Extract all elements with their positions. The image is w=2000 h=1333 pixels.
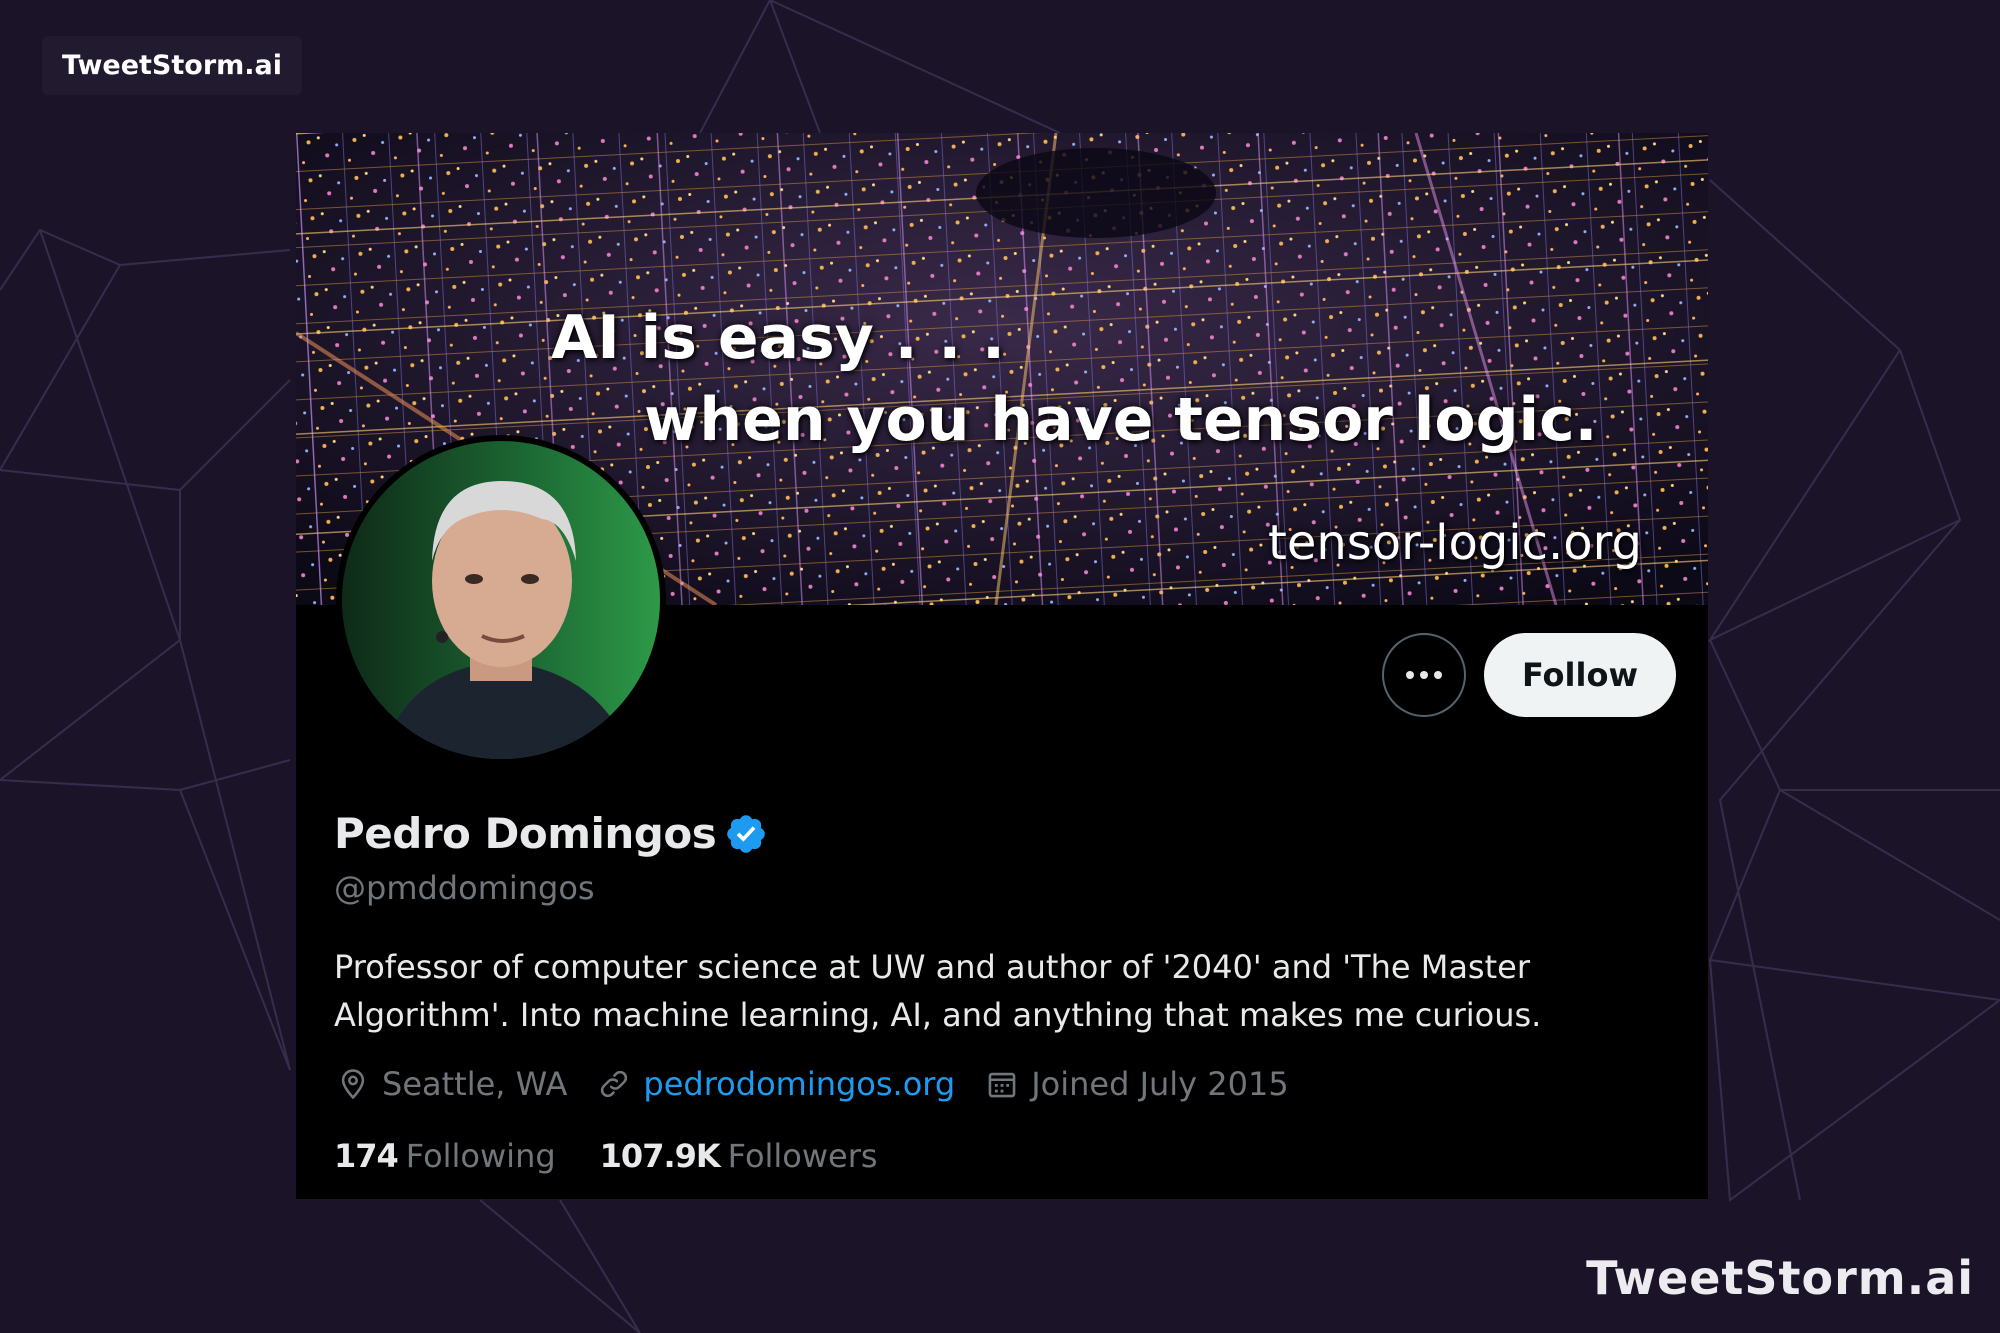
verified-badge-icon[interactable]	[724, 812, 768, 856]
location-pin-icon	[341, 1069, 365, 1100]
more-options-button[interactable]	[1382, 633, 1466, 717]
joined-text: Joined July 2015	[1031, 1065, 1289, 1103]
website-item[interactable]: pedrodomingos.org	[597, 1065, 955, 1103]
joined-item: Joined July 2015	[985, 1065, 1289, 1103]
following-stat[interactable]: 174 Following	[334, 1137, 556, 1175]
followers-stat[interactable]: 107.9K Followers	[600, 1137, 878, 1175]
followers-count: 107.9K	[599, 1137, 721, 1175]
followers-label: Followers	[727, 1137, 878, 1175]
avatar[interactable]	[336, 435, 666, 765]
follow-button[interactable]: Follow	[1484, 633, 1676, 717]
banner-headline-line1: AI is easy . . .	[551, 303, 1005, 373]
profile-name-row: Pedro Domingos	[334, 809, 768, 858]
profile-handle: @pmddomingos	[334, 869, 595, 907]
calendar-icon	[988, 1072, 1016, 1098]
avatar-photo	[342, 441, 660, 759]
website-link[interactable]: pedrodomingos.org	[643, 1065, 955, 1103]
following-label: Following	[405, 1137, 556, 1175]
brand-watermark: TweetStorm.ai	[1586, 1251, 1974, 1305]
more-horizontal-icon	[1406, 671, 1442, 679]
banner-headline-line2: when you have tensor logic.	[644, 385, 1598, 455]
follow-stats: 174 Following 107.9K Followers	[334, 1137, 922, 1175]
brand-badge: TweetStorm.ai	[42, 36, 303, 95]
profile-bio: Professor of computer science at UW and …	[334, 948, 1542, 1034]
following-count: 174	[334, 1137, 399, 1175]
banner-url: tensor-logic.org	[1268, 515, 1643, 571]
location-item: Seattle, WA	[336, 1065, 567, 1103]
profile-meta: Seattle, WA pedrodomingos.org Joined Jul…	[336, 1065, 1319, 1103]
link-icon	[601, 1070, 628, 1098]
profile-card: AI is easy . . . when you have tensor lo…	[296, 133, 1708, 1199]
display-name: Pedro Domingos	[334, 809, 717, 858]
location-text: Seattle, WA	[382, 1065, 568, 1103]
